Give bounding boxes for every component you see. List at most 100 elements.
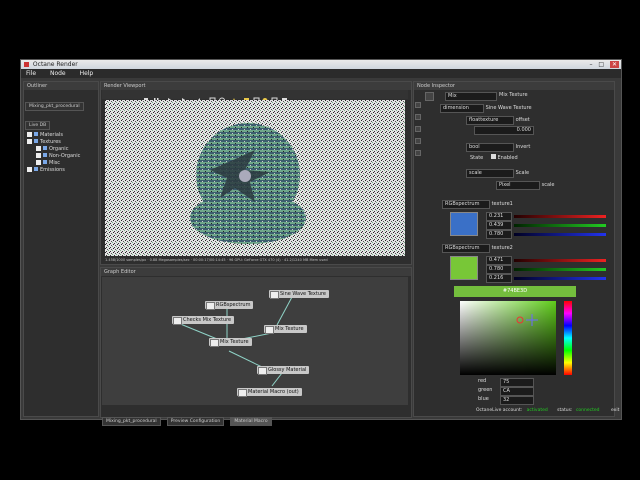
node-type-icon[interactable]: [425, 92, 434, 101]
menu-help[interactable]: Help: [80, 70, 94, 77]
tree-item-materials[interactable]: Materials: [27, 132, 95, 139]
maximize-button[interactable]: □: [598, 61, 604, 68]
texture2-swatch[interactable]: [450, 256, 478, 280]
side-icon[interactable]: [415, 114, 421, 120]
side-icon[interactable]: [415, 138, 421, 144]
texture2-r[interactable]: 0.471: [486, 256, 512, 265]
tab-mixing-pkt[interactable]: Mixing_pkt_procedural: [25, 102, 84, 111]
node-icon: [210, 339, 219, 347]
node-selector[interactable]: Mix: [445, 92, 497, 101]
status-label: status:: [557, 408, 573, 413]
node-label: Material Macro (out): [248, 389, 299, 395]
node-material-macro[interactable]: Material Macro (out): [237, 388, 302, 397]
outliner-title: Outliner: [24, 82, 98, 90]
texture2-g-slider[interactable]: [514, 268, 606, 271]
side-icon[interactable]: [415, 150, 421, 156]
side-icon[interactable]: [415, 102, 421, 108]
texture1-swatch[interactable]: [450, 212, 478, 236]
scale-type-field[interactable]: scale: [466, 169, 514, 178]
minimize-button[interactable]: –: [589, 61, 592, 68]
node-label: Sine Wave Texture: [280, 291, 327, 297]
tree-item-non-organic[interactable]: Non-Organic: [27, 153, 95, 160]
node-checks-mix[interactable]: Checks Mix Texture: [172, 316, 235, 325]
texture2-g[interactable]: 0.780: [486, 265, 512, 274]
outliner-tabs: Mixing_pkt_procedural Live DB: [24, 90, 98, 130]
texture1-b-slider[interactable]: [514, 233, 606, 236]
side-icon[interactable]: [415, 126, 421, 132]
hue-slider[interactable]: [564, 301, 572, 375]
tree-item-misc[interactable]: Misc: [27, 160, 95, 167]
outliner-tree: Materials Textures Organic Non-Organic M…: [24, 130, 98, 176]
close-button[interactable]: ✕: [609, 61, 619, 68]
texture2-type[interactable]: RGBspectrum: [442, 244, 490, 253]
window-title: Octane Render: [32, 61, 78, 68]
viewport-toolbar: [102, 90, 408, 104]
bool-type-field[interactable]: bool: [466, 143, 514, 152]
offset-value[interactable]: 0.000: [474, 126, 534, 135]
viewport-title: Render Viewport: [101, 82, 411, 90]
tree-label: Non-Organic: [49, 153, 81, 159]
texture2-b[interactable]: 0.216: [486, 274, 512, 283]
tree-item-organic[interactable]: Organic: [27, 146, 95, 153]
tab-live-db[interactable]: Live DB: [25, 121, 51, 130]
pixel-field[interactable]: Pixel: [496, 181, 540, 190]
expand-icon: [27, 139, 32, 144]
node-sine-wave[interactable]: Sine Wave Texture: [269, 290, 330, 299]
inspector-footer: OctaneLive account: activated status: co…: [416, 407, 619, 415]
menu-node[interactable]: Node: [50, 70, 66, 77]
tree-item-textures[interactable]: Textures: [27, 139, 95, 146]
row-bool: bool Invert: [466, 143, 530, 152]
picker-red-field[interactable]: 75: [500, 378, 534, 387]
render-canvas[interactable]: [105, 100, 405, 256]
picker-blue-field[interactable]: 32: [500, 396, 534, 405]
tab-material-macro[interactable]: Material Macro: [230, 417, 272, 426]
texture1-r-slider[interactable]: [514, 215, 606, 218]
dimension-field[interactable]: dimension: [440, 104, 484, 113]
texture2-label: texture2: [491, 245, 513, 251]
texture2-r-slider[interactable]: [514, 259, 606, 262]
invert-label: Invert: [515, 144, 531, 150]
node-label: Glossy Material: [268, 367, 307, 373]
node-mix-texture-right[interactable]: Mix Texture: [264, 325, 307, 334]
node-rgbspectrum[interactable]: RGBspectrum: [205, 301, 254, 310]
color-picker-square[interactable]: [460, 301, 556, 375]
texture1-b[interactable]: 0.780: [486, 230, 512, 239]
tab-preview-configuration[interactable]: Preview Configuration: [166, 417, 225, 426]
title-bar: Octane Render – □ ✕: [21, 60, 621, 69]
node-icon: [270, 291, 279, 299]
row-dimension: dimension Sine Wave Texture: [440, 104, 532, 113]
graph-canvas[interactable]: RGBspectrum Sine Wave Texture Checks Mix…: [102, 277, 408, 405]
texture2-b-slider[interactable]: [514, 277, 606, 280]
tree-label: Organic: [49, 146, 69, 152]
node-mix-texture-center[interactable]: Mix Texture: [209, 338, 252, 347]
picker-green-field[interactable]: CA: [500, 387, 534, 396]
texture1-g[interactable]: 0.439: [486, 221, 512, 230]
texture1-type[interactable]: RGBspectrum: [442, 200, 490, 209]
enabled-checkbox[interactable]: [490, 154, 496, 159]
inspector-toolbar: Mix Mix Texture: [415, 91, 612, 101]
tree-label: Emissions: [40, 167, 65, 173]
tree-item-emissions[interactable]: Emissions: [27, 167, 95, 174]
inspector-title: Node Inspector: [414, 82, 614, 90]
texture1-g-slider[interactable]: [514, 224, 606, 227]
sine-label: Sine Wave Texture: [485, 105, 532, 111]
window-controls: – □ ✕: [589, 60, 619, 69]
expand-icon: [36, 153, 41, 158]
texture1-r[interactable]: 0.231: [486, 212, 512, 221]
scale-label: Scale: [515, 170, 530, 176]
picker-red-label: red: [478, 378, 487, 384]
exit-link[interactable]: exit: [611, 408, 619, 413]
node-icon: [238, 389, 247, 397]
account-status: activated: [526, 408, 548, 413]
menu-file[interactable]: File: [26, 70, 36, 77]
node-glossy-material[interactable]: Glossy Material: [257, 366, 310, 375]
tab-mixing-pkt-procedural[interactable]: Mixing_pkt_procedural: [102, 417, 161, 426]
float-type-field[interactable]: floattexture: [466, 116, 514, 125]
picker-blue-label: blue: [478, 396, 489, 402]
node-icon: [206, 302, 215, 310]
row-pixel: Pixel scale: [496, 181, 554, 190]
folder-icon: [43, 146, 47, 150]
enabled-label: Enabled: [497, 155, 518, 161]
row-offset-value: 0.000: [474, 126, 534, 135]
node-label: Mix Texture: [220, 339, 249, 345]
